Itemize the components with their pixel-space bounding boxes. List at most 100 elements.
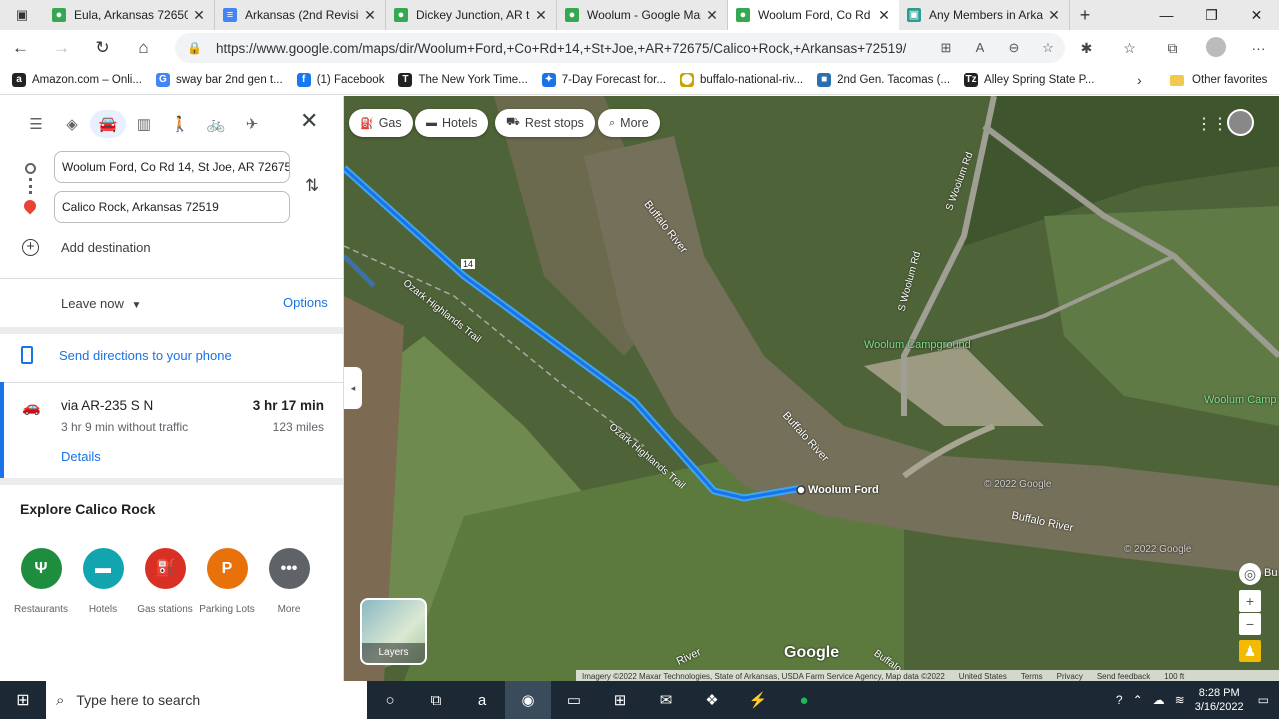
collections-icon[interactable]: ⧉ — [1151, 40, 1194, 57]
bookmark-item[interactable]: ■ 2nd Gen. Tacomas (... — [817, 73, 950, 87]
bookmark-item[interactable]: Gsway bar 2nd gen t... — [155, 73, 283, 87]
menu-icon[interactable]: ☰ — [18, 110, 54, 138]
tab-actions-icon[interactable]: ▣ — [0, 0, 44, 30]
browser-tab[interactable]: ≡ Arkansas (2nd Revisior ✕ — [215, 0, 386, 30]
apps-available-icon[interactable]: ⊞ — [929, 40, 963, 56]
back-icon[interactable]: ← — [0, 38, 41, 58]
maximize-icon[interactable]: ❐ — [1189, 7, 1234, 24]
spotify-icon[interactable]: ● — [781, 681, 827, 719]
app-icon[interactable]: ⚡ — [735, 681, 781, 719]
browser-tab[interactable]: ● Woolum - Google Map ✕ — [557, 0, 728, 30]
attribution-item[interactable]: Terms — [1021, 672, 1043, 681]
campground-edge-label[interactable]: Woolum Camp — [1204, 394, 1277, 406]
add-destination-button[interactable]: + Add destination — [22, 239, 151, 256]
store-icon[interactable]: ⊞ — [597, 681, 643, 719]
tab-close-icon[interactable]: ✕ — [705, 7, 719, 24]
close-directions-icon[interactable]: ✕ — [300, 108, 318, 134]
minimize-icon[interactable]: — — [1144, 7, 1189, 24]
clock[interactable]: 8:28 PM 3/16/2022 — [1195, 686, 1244, 714]
other-favorites[interactable]: Other favorites — [1170, 74, 1267, 86]
refresh-icon[interactable]: ↻ — [82, 38, 123, 58]
bookmark-item[interactable]: f (1) Facebook — [296, 73, 384, 87]
account-avatar[interactable] — [1227, 109, 1254, 136]
flight-icon[interactable]: ✈ — [234, 110, 270, 138]
help-icon[interactable]: ? — [1116, 693, 1123, 707]
best-route-icon[interactable]: ◈ — [54, 110, 90, 138]
close-window-icon[interactable]: ✕ — [1234, 7, 1279, 24]
tab-close-icon[interactable]: ✕ — [192, 7, 206, 24]
tab-close-icon[interactable]: ✕ — [877, 7, 891, 24]
attribution-item[interactable]: Send feedback — [1097, 672, 1150, 681]
taskbar-search[interactable]: ⌕ Type here to search — [46, 681, 367, 719]
read-aloud-icon[interactable]: A — [963, 40, 997, 56]
pegman-icon[interactable]: ♟ — [1239, 640, 1261, 662]
profile-avatar[interactable] — [1194, 36, 1237, 60]
destination-input[interactable]: Calico Rock, Arkansas 72519 — [54, 191, 290, 223]
mail-icon[interactable]: ✉ — [643, 681, 689, 719]
map-canvas[interactable]: ⛽ Gas ▬ Hotels ⛟ Rest stops ⌕ More ◂ ⋮⋮⋮ 14 Buf… — [344, 96, 1279, 681]
walking-icon[interactable]: 🚶 — [162, 110, 198, 138]
explore-category[interactable]: ••• More — [258, 548, 320, 615]
campground-label[interactable]: Woolum Campground — [864, 339, 971, 351]
options-link[interactable]: Options — [283, 295, 328, 310]
bookmark-item[interactable]: T The New York Time... — [398, 73, 528, 87]
windows-start-icon[interactable]: ⊞ — [0, 690, 46, 710]
browser-tab[interactable]: ▣ Any Members in Arkan ✕ — [899, 0, 1070, 30]
zoom-out-button[interactable]: − — [1239, 613, 1261, 635]
leave-now-dropdown[interactable]: Leave now ▼ — [61, 296, 141, 311]
notifications-icon[interactable]: ▭ — [1258, 693, 1269, 707]
cloud-icon[interactable]: ☁ — [1153, 693, 1165, 707]
amazon-app-icon[interactable]: a — [459, 681, 505, 719]
woolum-ford-label[interactable]: Woolum Ford — [808, 484, 879, 496]
extensions-icon[interactable]: ✱ — [1065, 40, 1108, 57]
tab-close-icon[interactable]: ✕ — [1047, 7, 1061, 24]
attribution-item[interactable]: Privacy — [1057, 672, 1083, 681]
map-chip[interactable]: ▬ Hotels — [415, 109, 489, 137]
origin-input[interactable]: Woolum Ford, Co Rd 14, St Joe, AR 72675 — [54, 151, 290, 183]
url-text[interactable]: https://www.google.com/maps/dir/Woolum+F… — [216, 41, 906, 56]
favorites-icon[interactable]: ☆ — [1108, 40, 1151, 57]
home-icon[interactable]: ⌂ — [123, 38, 164, 58]
browser-tab[interactable]: ● Dickey Junction, AR to ✕ — [386, 0, 557, 30]
details-link[interactable]: Details — [61, 449, 101, 464]
tab-close-icon[interactable]: ✕ — [363, 7, 377, 24]
chevron-right-icon[interactable]: › — [1137, 72, 1142, 88]
task-view-icon[interactable]: ⧉ — [413, 681, 459, 719]
my-location-icon[interactable]: ◎ — [1239, 563, 1261, 585]
collapse-panel-button[interactable]: ◂ — [344, 367, 362, 409]
cortana-icon[interactable]: ○ — [367, 681, 413, 719]
send-to-phone-button[interactable]: Send directions to your phone — [21, 346, 232, 364]
edge-browser-icon[interactable]: ◉ — [505, 681, 551, 719]
driving-icon[interactable]: 🚘 — [90, 109, 126, 138]
route-option[interactable]: 🚗 via AR-235 S N 3 hr 17 min 3 hr 9 min … — [0, 382, 343, 478]
transit-icon[interactable]: ▥ — [126, 110, 162, 138]
map-chip[interactable]: ⌕ More — [598, 109, 660, 137]
url-bar[interactable]: 🔒 https://www.google.com/maps/dir/Woolum… — [175, 33, 1065, 63]
map-chip[interactable]: ⛽ Gas — [349, 109, 413, 137]
bookmark-item[interactable]: ✦ 7-Day Forecast for... — [541, 73, 666, 87]
attribution-item[interactable]: 100 ft — [1164, 672, 1184, 681]
file-explorer-icon[interactable]: ▭ — [551, 681, 597, 719]
explore-category[interactable]: ▬ Hotels — [72, 548, 134, 615]
wifi-icon[interactable]: ≋ — [1175, 693, 1185, 707]
bookmark-item[interactable]: a Amazon.com – Onli... — [12, 73, 142, 87]
dropbox-icon[interactable]: ❖ — [689, 681, 735, 719]
map-chip[interactable]: ⛟ Rest stops — [495, 109, 595, 137]
bookmark-item[interactable]: Tz Alley Spring State P... — [964, 73, 1094, 87]
zoom-in-button[interactable]: + — [1239, 590, 1261, 612]
settings-more-icon[interactable]: ··· — [1237, 40, 1279, 56]
bookmark-item[interactable]: ⬤ buffalo-national-riv... — [679, 73, 803, 87]
chevron-up-icon[interactable]: ⌃ — [1133, 693, 1143, 707]
browser-tab[interactable]: ● Woolum Ford, Co Rd 1 ✕ — [728, 0, 899, 30]
swap-icon[interactable]: ⇅ — [305, 176, 319, 196]
browser-tab[interactable]: ● Eula, Arkansas 72650 t ✕ — [44, 0, 215, 30]
new-tab-button[interactable]: + — [1070, 5, 1100, 26]
favorite-star-icon[interactable]: ☆ — [1031, 40, 1065, 56]
forward-icon[interactable]: → — [41, 38, 82, 58]
explore-category[interactable]: Ψ Restaurants — [10, 548, 72, 615]
explore-category[interactable]: P Parking Lots — [196, 548, 258, 615]
attribution-item[interactable]: United States — [959, 672, 1007, 681]
zoom-icon[interactable]: ⊖ — [997, 40, 1031, 56]
cycling-icon[interactable]: 🚲 — [198, 110, 234, 138]
tab-close-icon[interactable]: ✕ — [534, 7, 548, 24]
